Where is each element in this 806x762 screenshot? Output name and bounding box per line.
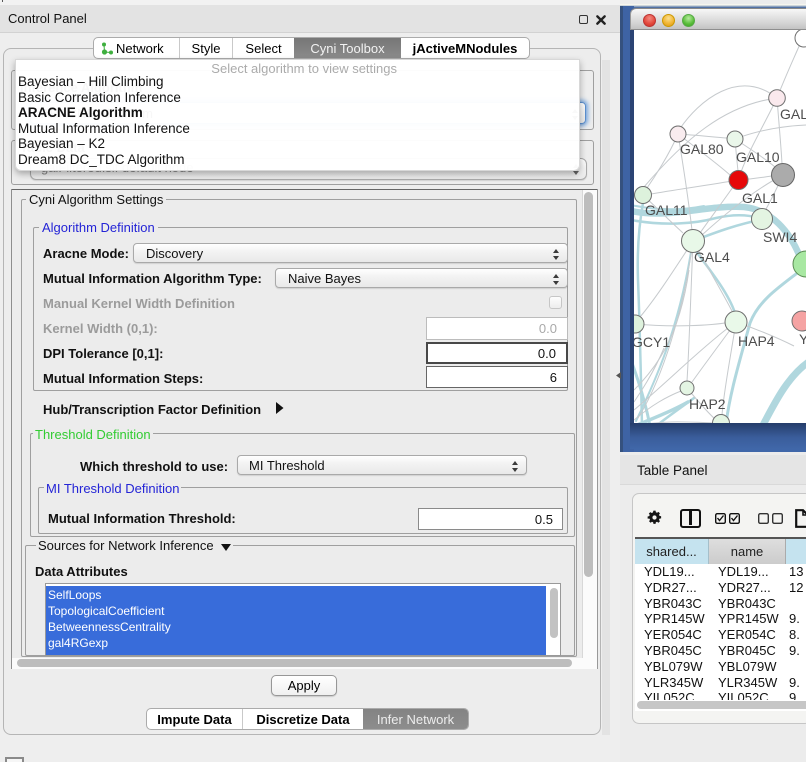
svg-text:SWI4: SWI4 [763, 229, 797, 245]
svg-text:GAL10: GAL10 [736, 149, 780, 165]
svg-text:GAL80: GAL80 [680, 141, 724, 157]
svg-text:GCY1: GCY1 [634, 334, 670, 350]
svg-text:GAL7: GAL7 [780, 106, 806, 122]
svg-text:HAP2: HAP2 [689, 396, 726, 412]
svg-text:HAP4: HAP4 [738, 333, 775, 349]
svg-text:GAL4: GAL4 [694, 249, 730, 265]
svg-text:Y: Y [799, 331, 806, 347]
svg-text:GAL11: GAL11 [645, 202, 688, 218]
svg-text:GAL1: GAL1 [742, 190, 778, 206]
